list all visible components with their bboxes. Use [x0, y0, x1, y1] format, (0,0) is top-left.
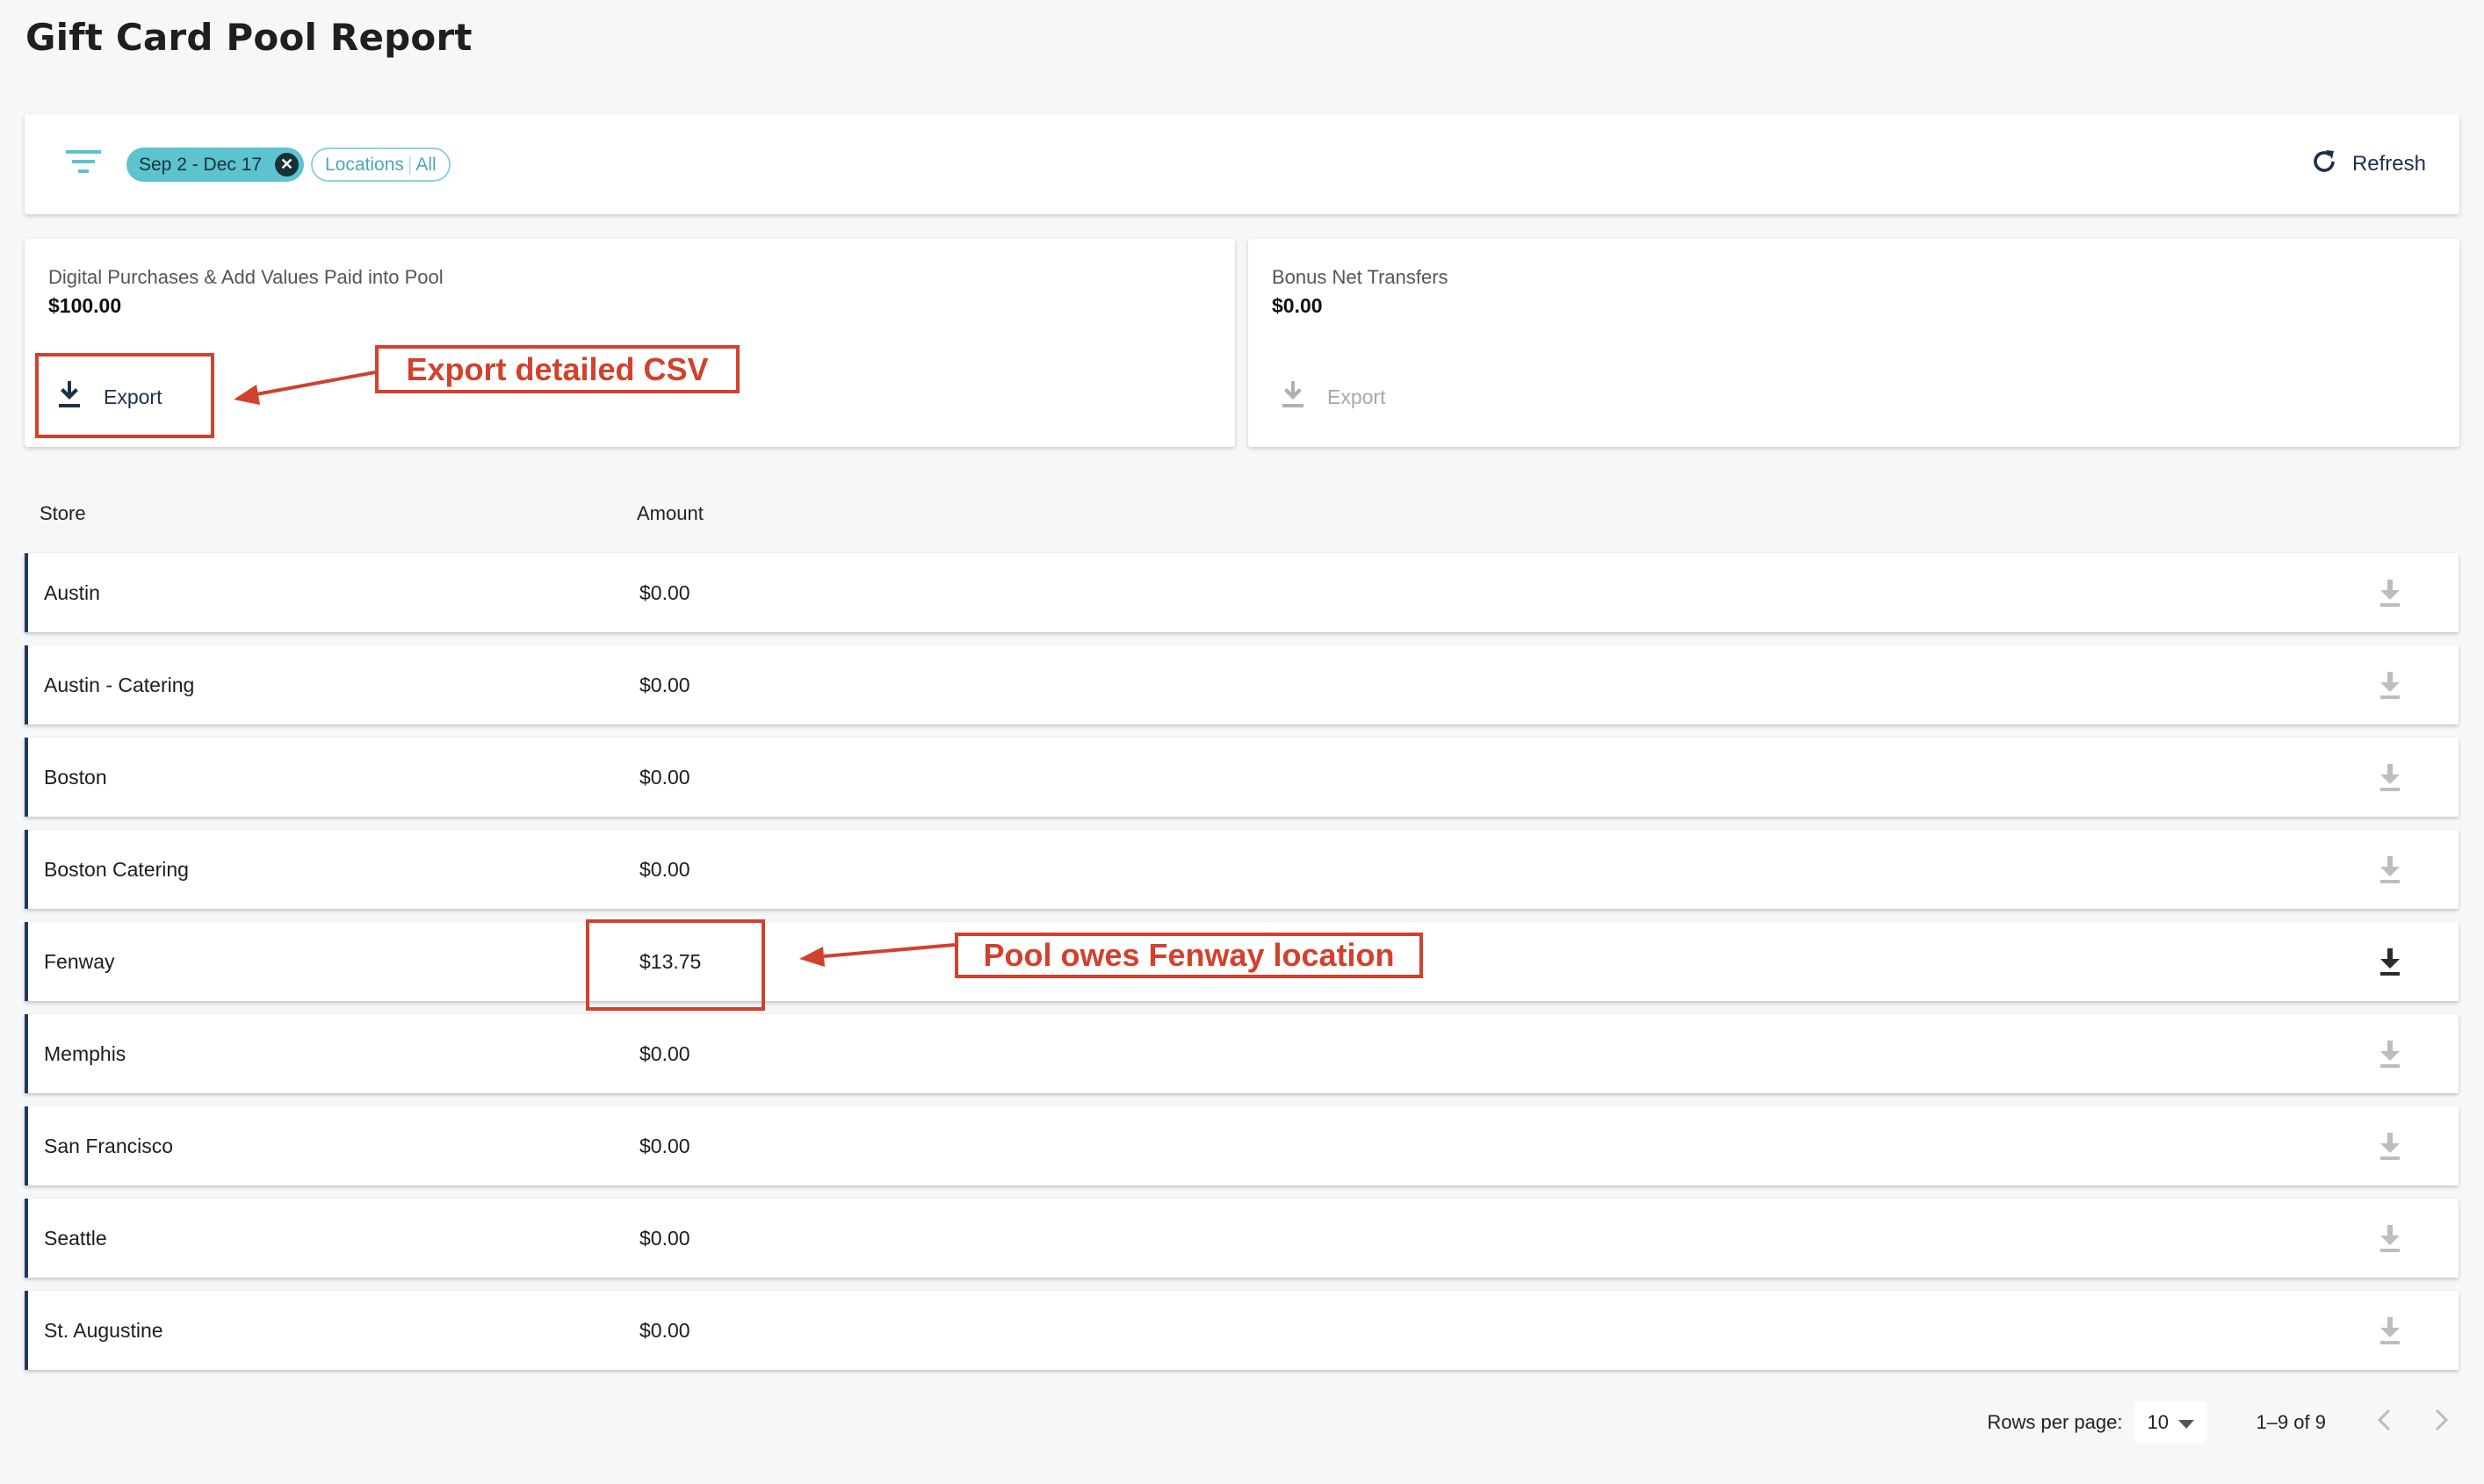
caret-down-icon: [2178, 1411, 2195, 1434]
store-name: Fenway: [44, 950, 115, 973]
annotation-export-highlight: [35, 353, 214, 438]
refresh-icon: [2310, 148, 2338, 182]
table-row[interactable]: Austin $0.00: [25, 553, 2459, 632]
store-name: Austin - Catering: [44, 674, 195, 696]
store-name: Memphis: [44, 1042, 126, 1065]
annotation-export-label: Export detailed CSV: [375, 345, 740, 393]
summary-card-bonus-net-transfers: Bonus Net Transfers $0.00 Export: [1248, 239, 2459, 447]
store-amount: $0.00: [639, 674, 690, 696]
download-icon: [1282, 381, 1304, 413]
summary-label: Digital Purchases & Add Values Paid into…: [48, 266, 444, 288]
rows-per-page-label: Rows per page:: [1987, 1411, 2123, 1433]
summary-label: Bonus Net Transfers: [1272, 266, 1448, 288]
download-icon[interactable]: [2379, 580, 2401, 612]
date-range-chip[interactable]: Sep 2 - Dec 17 ✕: [126, 148, 305, 182]
locations-chip[interactable]: Locations | All: [311, 148, 451, 182]
table-row[interactable]: Seattle $0.00: [25, 1199, 2459, 1278]
refresh-button[interactable]: Refresh: [2310, 146, 2426, 183]
chevron-right-icon[interactable]: [2435, 1408, 2449, 1437]
download-icon[interactable]: [2379, 856, 2401, 889]
export-button-disabled[interactable]: Export: [1282, 379, 1385, 414]
summary-value: $100.00: [48, 294, 122, 317]
download-icon[interactable]: [2379, 1225, 2401, 1257]
store-name: St. Augustine: [44, 1319, 163, 1342]
table-row[interactable]: San Francisco $0.00: [25, 1106, 2459, 1185]
table-row[interactable]: St. Augustine $0.00: [25, 1291, 2459, 1370]
chevron-left-icon[interactable]: [2377, 1408, 2391, 1437]
store-name: Boston Catering: [44, 858, 189, 881]
store-amount: $0.00: [639, 1227, 690, 1250]
store-amount: $0.00: [639, 1042, 690, 1065]
filter-bar: Sep 2 - Dec 17 ✕ Locations | All Refresh: [25, 114, 2459, 214]
rows-per-page-value: 10: [2147, 1411, 2169, 1433]
annotation-fenway-label: Pool owes Fenway location: [955, 933, 1423, 978]
rows-per-page-select[interactable]: 10: [2134, 1401, 2207, 1444]
column-header-amount[interactable]: Amount: [637, 502, 704, 525]
store-amount: $0.00: [639, 766, 690, 789]
locations-label: Locations: [325, 155, 404, 175]
store-name: Seattle: [44, 1227, 107, 1250]
locations-value: All: [415, 155, 437, 175]
download-icon[interactable]: [2379, 1317, 2401, 1350]
summary-value: $0.00: [1272, 294, 1323, 317]
table-row[interactable]: Boston $0.00: [25, 738, 2459, 817]
table-row[interactable]: Austin - Catering $0.00: [25, 645, 2459, 724]
store-name: San Francisco: [44, 1135, 174, 1157]
store-amount: $0.00: [639, 1319, 690, 1342]
table-row[interactable]: Boston Catering $0.00: [25, 830, 2459, 909]
locations-separator: |: [407, 155, 413, 175]
filter-icon[interactable]: [66, 149, 101, 178]
column-header-store[interactable]: Store: [40, 502, 86, 525]
download-icon[interactable]: [2379, 948, 2401, 981]
store-amount: $0.00: [639, 858, 690, 881]
store-amount: $0.00: [639, 581, 690, 604]
page-title: Gift Card Pool Report: [25, 16, 473, 59]
pagination: Rows per page: 10 1–9 of 9: [1987, 1398, 2449, 1447]
download-icon[interactable]: [2379, 764, 2401, 796]
pagination-range: 1–9 of 9: [2256, 1411, 2326, 1433]
annotation-fenway-highlight: [586, 919, 765, 1011]
store-name: Austin: [44, 581, 100, 604]
store-name: Boston: [44, 766, 107, 789]
close-icon[interactable]: ✕: [275, 153, 300, 176]
table-row[interactable]: Memphis $0.00: [25, 1014, 2459, 1093]
download-icon[interactable]: [2379, 672, 2401, 704]
store-amount: $0.00: [639, 1135, 690, 1157]
export-label: Export: [1327, 385, 1386, 408]
download-icon[interactable]: [2379, 1133, 2401, 1165]
date-range-label: Sep 2 - Dec 17: [139, 155, 263, 175]
download-icon[interactable]: [2379, 1041, 2401, 1073]
refresh-label: Refresh: [2351, 152, 2426, 176]
